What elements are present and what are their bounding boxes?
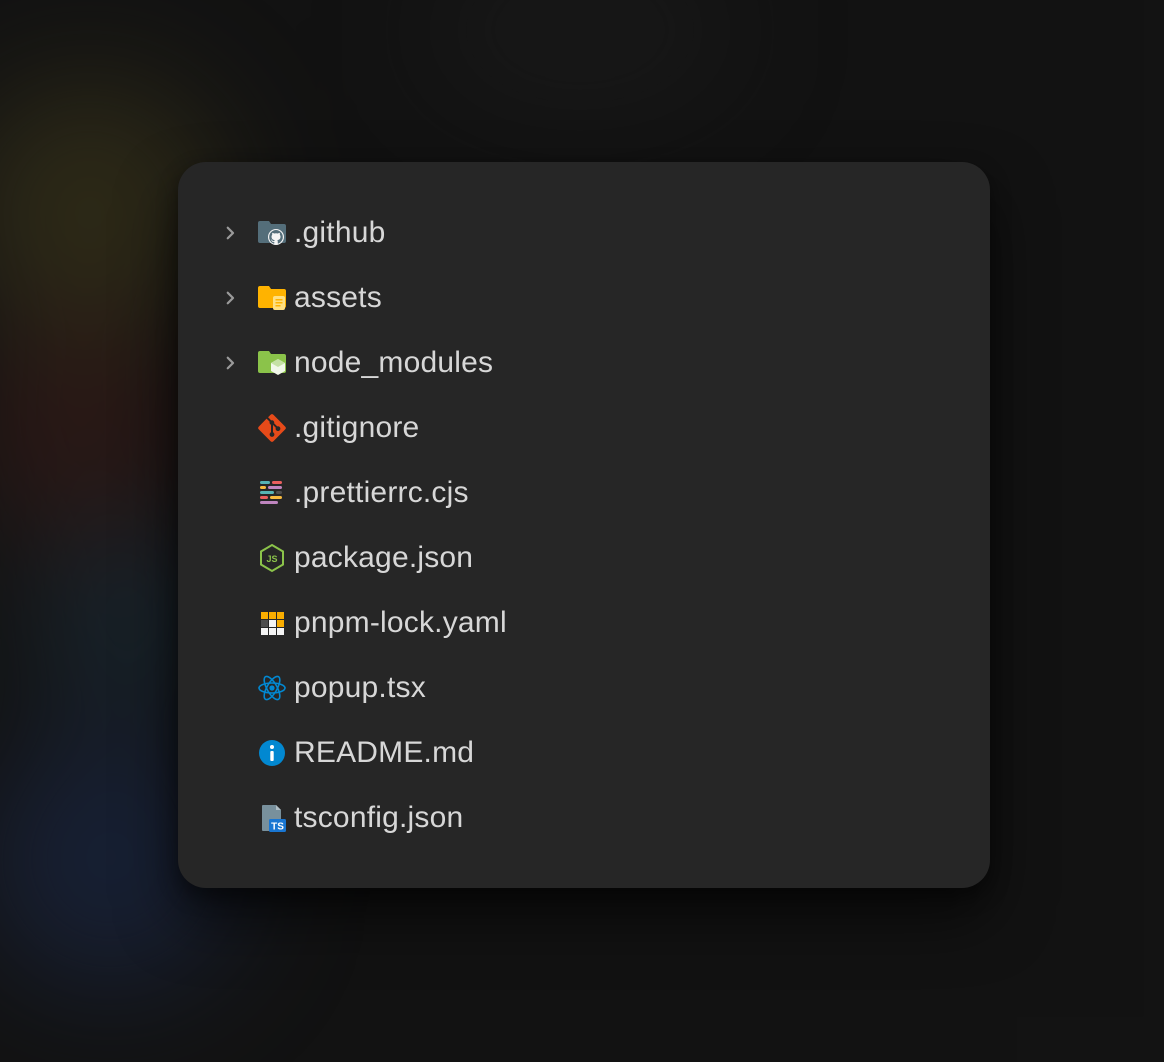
tree-item-label: assets xyxy=(294,281,382,315)
svg-text:JS: JS xyxy=(266,554,277,564)
tree-item-gitignore[interactable]: .gitignore xyxy=(178,395,990,460)
tree-item-popup-tsx[interactable]: popup.tsx xyxy=(178,655,990,720)
tree-item-prettierrc[interactable]: .prettierrc.cjs xyxy=(178,460,990,525)
pnpm-icon xyxy=(250,607,294,639)
file-tree-panel: .github assets node_modules xyxy=(178,162,990,888)
chevron-right-icon[interactable] xyxy=(210,224,250,242)
svg-text:TS: TS xyxy=(271,821,284,832)
git-icon xyxy=(250,412,294,444)
readme-icon xyxy=(250,737,294,769)
tree-item-label: .gitignore xyxy=(294,411,419,445)
nodejs-icon: JS xyxy=(250,542,294,574)
react-icon xyxy=(250,672,294,704)
tree-item-github[interactable]: .github xyxy=(178,200,990,265)
github-folder-icon xyxy=(250,217,294,249)
chevron-right-icon[interactable] xyxy=(210,354,250,372)
tree-item-label: package.json xyxy=(294,541,473,575)
tree-item-readme[interactable]: README.md xyxy=(178,720,990,785)
tree-item-package-json[interactable]: JS package.json xyxy=(178,525,990,590)
tree-item-label: pnpm-lock.yaml xyxy=(294,606,507,640)
tree-item-pnpm-lock[interactable]: pnpm-lock.yaml xyxy=(178,590,990,655)
tree-item-label: tsconfig.json xyxy=(294,801,463,835)
tree-item-label: README.md xyxy=(294,736,474,770)
tree-item-tsconfig[interactable]: TS tsconfig.json xyxy=(178,785,990,850)
tsconfig-icon: TS xyxy=(250,802,294,834)
assets-folder-icon xyxy=(250,282,294,314)
tree-item-label: .prettierrc.cjs xyxy=(294,476,469,510)
tree-item-assets[interactable]: assets xyxy=(178,265,990,330)
prettier-icon xyxy=(250,477,294,509)
tree-item-label: node_modules xyxy=(294,346,493,380)
file-tree: .github assets node_modules xyxy=(178,200,990,850)
tree-item-label: popup.tsx xyxy=(294,671,426,705)
tree-item-node-modules[interactable]: node_modules xyxy=(178,330,990,395)
tree-item-label: .github xyxy=(294,216,385,250)
node-modules-folder-icon xyxy=(250,347,294,379)
chevron-right-icon[interactable] xyxy=(210,289,250,307)
